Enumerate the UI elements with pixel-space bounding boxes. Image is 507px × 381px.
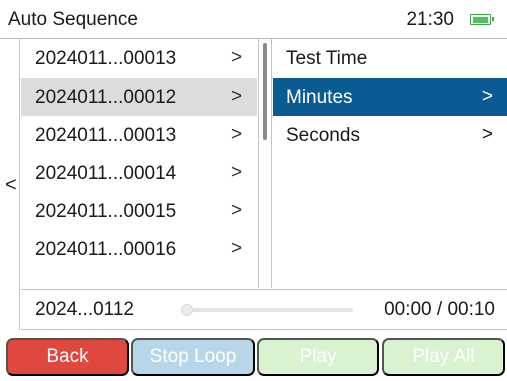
- progress-slider[interactable]: [181, 304, 353, 316]
- list-item-label: 2024011...00014: [35, 163, 177, 184]
- chevron-right-icon: >: [231, 124, 243, 145]
- settings-item-seconds[interactable]: Seconds >: [273, 116, 507, 154]
- chevron-right-icon: >: [231, 47, 243, 68]
- progress-handle[interactable]: [181, 304, 193, 316]
- list-item-label: 2024011...00016: [35, 239, 177, 260]
- back-button[interactable]: Back: [6, 338, 129, 376]
- settings-panel: Test Time Minutes > Seconds >: [273, 39, 507, 288]
- battery-icon: [470, 14, 494, 25]
- scrollbar[interactable]: [258, 39, 272, 288]
- button-row: Back Stop Loop Play Play All: [0, 336, 507, 381]
- player-file-name: 2024...0112: [35, 299, 134, 320]
- status-bar: Auto Sequence 21:30: [0, 0, 507, 39]
- list-item[interactable]: 2024011...00014 >: [21, 154, 257, 192]
- list-item[interactable]: 2024011...00015 >: [21, 192, 257, 230]
- scrollbar-thumb[interactable]: [263, 43, 267, 140]
- settings-item-minutes[interactable]: Minutes >: [273, 78, 507, 116]
- list-item[interactable]: 2024011...00013 >: [21, 39, 257, 77]
- chevron-right-icon: >: [231, 238, 243, 259]
- chevron-right-icon: >: [481, 124, 493, 145]
- list-item-label: 2024011...00013: [35, 48, 177, 69]
- stop-loop-button[interactable]: Stop Loop: [131, 338, 255, 376]
- chevron-right-icon: >: [231, 86, 243, 107]
- settings-item-label: Minutes: [286, 87, 353, 108]
- player-time: 00:00 / 00:10: [384, 299, 495, 320]
- player-bar: 2024...0112 00:00 / 00:10: [21, 289, 507, 330]
- left-rail: <: [0, 39, 20, 330]
- list-item[interactable]: 2024011...00016 >: [21, 230, 257, 268]
- settings-header-label: Test Time: [286, 48, 368, 69]
- chevron-right-icon: >: [231, 162, 243, 183]
- settings-item-label: Seconds: [286, 125, 360, 146]
- clock: 21:30: [406, 9, 454, 30]
- battery-level: [472, 16, 488, 23]
- list-item-label: 2024011...00015: [35, 201, 177, 222]
- play-all-button[interactable]: Play All: [382, 338, 505, 376]
- list-item[interactable]: 2024011...00012 >: [21, 78, 257, 116]
- sequence-list: 2024011...00013 > 2024011...00012 > 2024…: [21, 39, 257, 288]
- list-item[interactable]: 2024011...00013 >: [21, 116, 257, 154]
- play-button[interactable]: Play: [257, 338, 379, 376]
- chevron-right-icon: >: [481, 86, 493, 107]
- chevron-right-icon: >: [231, 200, 243, 221]
- chevron-left-icon[interactable]: <: [5, 175, 17, 195]
- page-title: Auto Sequence: [8, 9, 138, 30]
- list-item-label: 2024011...00012: [35, 87, 177, 108]
- settings-header: Test Time: [273, 39, 507, 77]
- list-item-label: 2024011...00013: [35, 125, 177, 146]
